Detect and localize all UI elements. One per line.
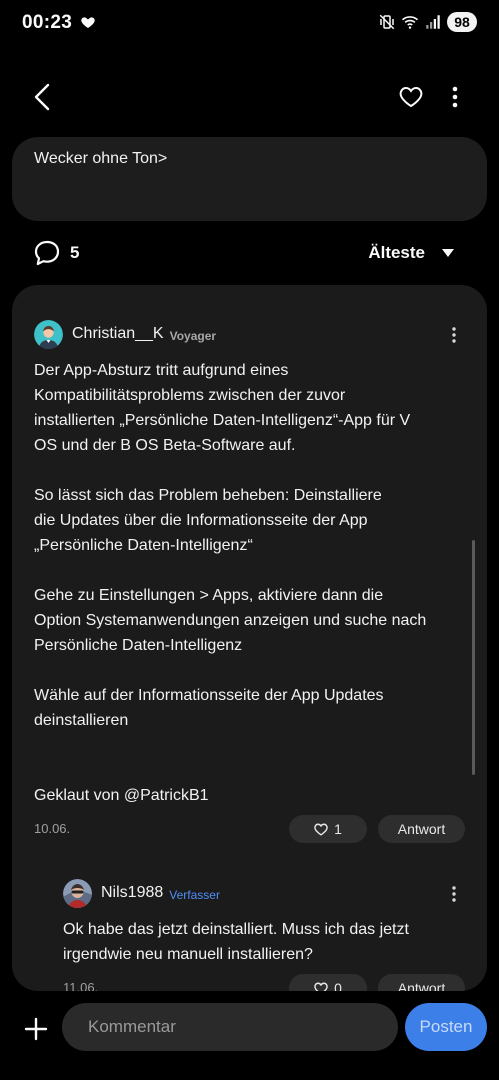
comment-paragraph: Wähle auf der Informationsseite der App … bbox=[34, 687, 384, 729]
comment-body: Der App-Absturz tritt aufgrund eines Kom… bbox=[34, 358, 474, 808]
comment-paragraph: Geklaut von @PatrickB1 bbox=[34, 787, 209, 804]
reply-button[interactable]: Antwort bbox=[378, 815, 465, 843]
like-button[interactable]: 1 bbox=[289, 815, 367, 843]
status-time: 00:23 bbox=[22, 12, 73, 33]
comment-more-button[interactable] bbox=[444, 322, 464, 348]
comment-count-value: 5 bbox=[70, 243, 80, 262]
like-post-button[interactable] bbox=[396, 82, 426, 112]
like-count: 0 bbox=[334, 980, 342, 991]
reply-label: Antwort bbox=[397, 821, 446, 837]
heart-icon bbox=[81, 17, 95, 28]
author-badge: Verfasser bbox=[169, 887, 220, 902]
caret-down-icon bbox=[442, 249, 454, 257]
avatar[interactable] bbox=[34, 319, 63, 349]
comment-header: Christian__K Voyager bbox=[34, 319, 216, 349]
heart-outline-icon bbox=[314, 982, 328, 991]
comment-date: 10.06. bbox=[34, 821, 71, 836]
avatar[interactable] bbox=[63, 878, 92, 908]
username[interactable]: Nils1988 bbox=[101, 884, 163, 902]
like-count: 1 bbox=[334, 821, 342, 837]
reply-button[interactable]: Antwort bbox=[378, 974, 465, 991]
comment-input[interactable] bbox=[62, 1003, 398, 1051]
status-icons: 98 bbox=[378, 11, 477, 33]
mute-vibrate-icon bbox=[379, 14, 395, 30]
comment-paragraph: Gehe zu Einstellungen > Apps, aktiviere … bbox=[34, 587, 427, 654]
plus-icon bbox=[24, 1017, 48, 1041]
heart-outline-icon bbox=[314, 823, 328, 836]
comment-paragraph: So lässt sich das Problem beheben: Deins… bbox=[34, 487, 382, 554]
more-vertical-icon bbox=[452, 86, 458, 108]
post-snippet-text: Wecker ohne Ton> bbox=[34, 150, 168, 167]
reply-label: Antwort bbox=[397, 980, 446, 991]
comment-paragraph: Der App-Absturz tritt aufgrund eines Kom… bbox=[34, 362, 411, 454]
comment-bubble-icon bbox=[34, 240, 60, 266]
wifi-icon bbox=[401, 16, 419, 29]
signal-icon bbox=[426, 15, 440, 29]
back-button[interactable] bbox=[26, 80, 58, 114]
sort-label: Älteste bbox=[368, 243, 425, 262]
comment-paragraph: Ok habe das jetzt deinstalliert. Muss ic… bbox=[63, 921, 409, 963]
more-vertical-icon bbox=[452, 886, 456, 902]
avatar-photo-icon bbox=[63, 878, 92, 908]
battery-icon: 98 bbox=[447, 12, 477, 32]
post-snippet-card[interactable]: Wecker ohne Ton> bbox=[12, 137, 487, 221]
more-options-button[interactable] bbox=[440, 82, 470, 112]
post-button[interactable]: Posten bbox=[405, 1003, 487, 1051]
like-button[interactable]: 0 bbox=[289, 974, 367, 991]
comment-count: 5 bbox=[34, 238, 79, 268]
username[interactable]: Christian__K bbox=[72, 325, 164, 343]
heart-outline-icon bbox=[399, 86, 423, 108]
back-arrow-icon bbox=[34, 83, 50, 111]
comment-composer: Posten bbox=[0, 991, 499, 1080]
scrollbar[interactable] bbox=[472, 540, 475, 775]
sort-dropdown[interactable]: Älteste bbox=[368, 238, 455, 268]
screen: 00:23 98 Wecker ohne Ton> 5 Älteste Chri… bbox=[0, 0, 499, 1080]
comment-header: Nils1988 Verfasser bbox=[63, 878, 220, 908]
status-bar: 00:23 98 bbox=[0, 0, 499, 46]
comment-body: Ok habe das jetzt deinstalliert. Muss ic… bbox=[63, 917, 473, 967]
comment-date: 11.06. bbox=[63, 980, 99, 991]
avatar-icon bbox=[34, 319, 63, 349]
user-rank: Voyager bbox=[169, 328, 217, 343]
attach-button[interactable] bbox=[20, 1013, 52, 1045]
comments-panel[interactable]: Christian__K Voyager Der App-Absturz tri… bbox=[12, 285, 487, 991]
comment-more-button[interactable] bbox=[444, 881, 464, 907]
more-vertical-icon bbox=[452, 327, 456, 343]
